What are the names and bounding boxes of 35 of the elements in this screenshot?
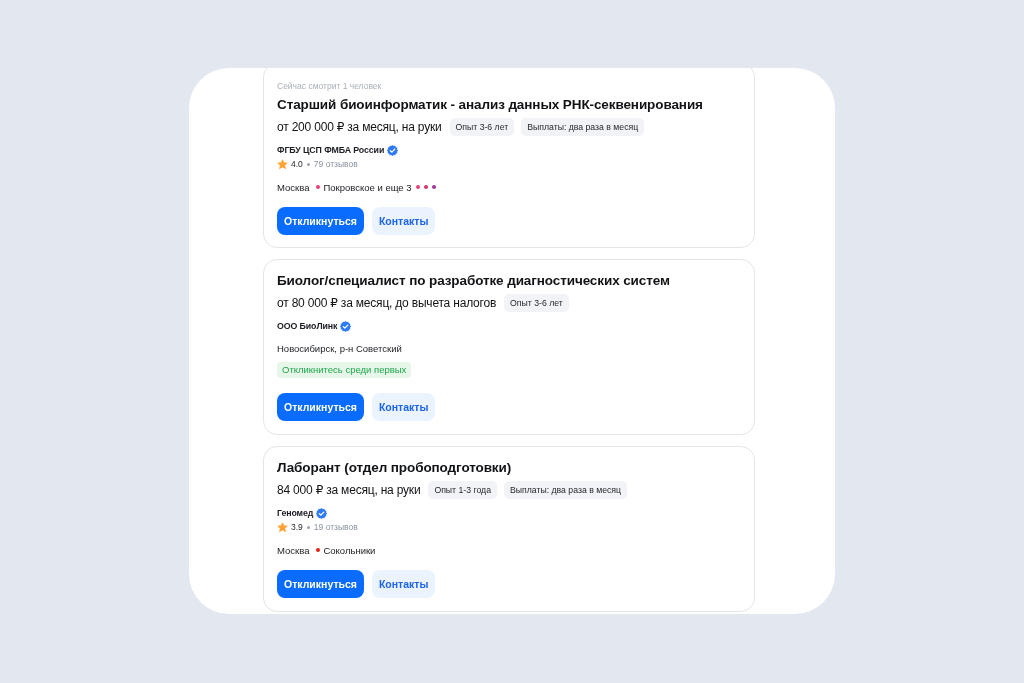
city-name: Новосибирск, р-н Советский: [277, 342, 402, 354]
vacancy-title[interactable]: Лаборант (отдел пробоподготовки): [277, 458, 512, 478]
contacts-button[interactable]: Контакты: [371, 570, 436, 598]
respond-button[interactable]: Откликнуться: [277, 207, 364, 235]
respond-button[interactable]: Откликнуться: [277, 393, 364, 421]
star-icon: [277, 158, 288, 170]
contacts-button[interactable]: Контакты: [371, 207, 436, 235]
metro-station: Сокольники: [323, 544, 376, 556]
info-tag: Опыт 3-6 лет: [449, 117, 515, 136]
viewer-count: Сейчас смотрит 1 человек: [277, 80, 382, 92]
star-icon: [277, 521, 288, 533]
separator-dot-icon: [306, 162, 310, 166]
contacts-button[interactable]: Контакты: [371, 393, 436, 421]
vacancy-title[interactable]: Биолог/специалист по разработке диагностических систем: [277, 271, 670, 291]
salary-text: от 80 000 ₽ за месяц, до вычета налогов: [277, 294, 497, 312]
metro-station: Покровское и еще 3: [323, 181, 412, 193]
reviews-count[interactable]: 19 отзывов: [313, 522, 358, 532]
reviews-count[interactable]: 79 отзывов: [313, 159, 358, 169]
city-name: Москва: [277, 544, 310, 556]
separator-dot-icon: [306, 525, 310, 529]
city-name: Москва: [277, 181, 310, 193]
company-name[interactable]: ФГБУ ЦСП ФМБА России: [277, 145, 385, 155]
salary-text: от 200 000 ₽ за месяц, на руки: [277, 118, 442, 136]
info-tag: Опыт 1-3 года: [428, 480, 497, 499]
vacancy-title[interactable]: Старший биоинформатик - анализ данных РНК-секвенирования: [277, 95, 703, 115]
company-name[interactable]: Геномед: [277, 508, 314, 518]
info-tag: Выплаты: два раза в месяц: [504, 480, 627, 499]
rating-score: 4.0: [291, 159, 303, 169]
info-tag: Выплаты: два раза в месяц: [521, 117, 645, 136]
early-response-notice: Откликнитесь среди первых: [277, 362, 412, 378]
company-name[interactable]: ООО БиоЛинк: [277, 321, 338, 331]
salary-text: 84 000 ₽ за месяц, на руки: [277, 481, 421, 499]
respond-button[interactable]: Откликнуться: [277, 570, 364, 598]
rating-score: 3.9: [291, 522, 303, 532]
info-tag: Опыт 3-6 лет: [504, 293, 569, 312]
